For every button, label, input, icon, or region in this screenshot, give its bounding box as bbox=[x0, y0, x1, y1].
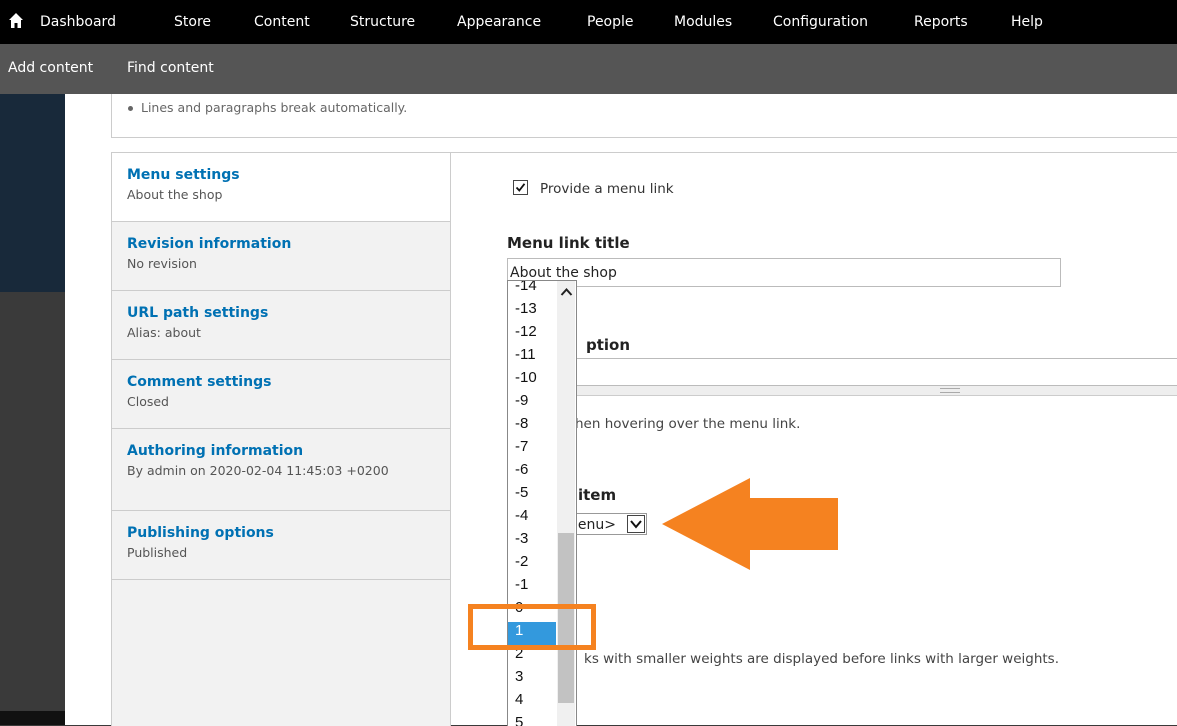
vtab-title: URL path settings bbox=[127, 305, 269, 321]
provide-menu-link-checkbox[interactable] bbox=[513, 180, 528, 195]
weight-option[interactable]: -13 bbox=[508, 300, 556, 323]
toolbar-configuration[interactable]: Configuration bbox=[773, 14, 868, 30]
node-edit-form: Lines and paragraphs break automatically… bbox=[65, 94, 1177, 726]
weight-option[interactable]: 3 bbox=[508, 668, 556, 691]
highlight-box bbox=[468, 604, 596, 650]
textarea-resize-handle[interactable] bbox=[565, 386, 1177, 396]
gutter-header bbox=[0, 94, 65, 292]
vtab-publishing-options[interactable]: Publishing options Published bbox=[112, 511, 450, 580]
menu-link-title-label: Menu link title bbox=[507, 234, 630, 252]
home-icon[interactable] bbox=[8, 12, 24, 30]
toolbar-content[interactable]: Content bbox=[254, 14, 310, 30]
weight-option[interactable]: -2 bbox=[508, 553, 556, 576]
vertical-tabs: Menu settings About the shop Revision in… bbox=[111, 152, 451, 726]
weight-option[interactable]: -1 bbox=[508, 576, 556, 599]
vtab-revision-information[interactable]: Revision information No revision bbox=[112, 222, 450, 291]
weight-option[interactable]: -10 bbox=[508, 369, 556, 392]
vtab-comment-settings[interactable]: Comment settings Closed bbox=[112, 360, 450, 429]
weight-option[interactable]: -6 bbox=[508, 461, 556, 484]
toolbar-store[interactable]: Store bbox=[174, 14, 211, 30]
toolbar-appearance[interactable]: Appearance bbox=[457, 14, 541, 30]
toolbar-dashboard[interactable]: Dashboard bbox=[40, 14, 116, 30]
description-textarea[interactable] bbox=[565, 358, 1177, 386]
checkmark-icon bbox=[515, 183, 526, 192]
vtab-title: Menu settings bbox=[127, 167, 240, 183]
toolbar-people[interactable]: People bbox=[587, 14, 634, 30]
weight-option[interactable]: -3 bbox=[508, 530, 556, 553]
scroll-up-icon[interactable] bbox=[560, 287, 573, 297]
bullet-icon bbox=[128, 106, 133, 111]
weight-option[interactable]: -7 bbox=[508, 438, 556, 461]
vtab-summary: By admin on 2020-02-04 11:45:03 +0200 bbox=[127, 463, 389, 478]
toolbar-reports[interactable]: Reports bbox=[914, 14, 968, 30]
vtab-summary: No revision bbox=[127, 256, 197, 271]
admin-toolbar: Dashboard Store Content Structure Appear… bbox=[0, 0, 1177, 44]
provide-menu-link-label[interactable]: Provide a menu link bbox=[540, 181, 674, 197]
weight-option[interactable]: -11 bbox=[508, 346, 556, 369]
vtab-url-path-settings[interactable]: URL path settings Alias: about bbox=[112, 291, 450, 360]
grip-icon bbox=[940, 388, 960, 393]
vtab-summary: Published bbox=[127, 545, 188, 560]
weight-option[interactable]: -9 bbox=[508, 392, 556, 415]
weight-option[interactable]: 5 bbox=[508, 714, 556, 726]
parent-item-select[interactable]: nenu> bbox=[565, 513, 647, 535]
weight-option[interactable]: -12 bbox=[508, 323, 556, 346]
vtab-title: Comment settings bbox=[127, 374, 272, 390]
menu-link-title-input[interactable]: About the shop bbox=[507, 258, 1061, 287]
vtab-title: Authoring information bbox=[127, 443, 304, 459]
chevron-down-icon[interactable] bbox=[627, 515, 645, 533]
filter-tips: Lines and paragraphs break automatically… bbox=[111, 94, 1177, 138]
filter-tip-item: Lines and paragraphs break automatically… bbox=[128, 100, 407, 115]
weight-option[interactable]: -8 bbox=[508, 415, 556, 438]
shortcut-find-content[interactable]: Find content bbox=[127, 60, 214, 76]
toolbar-modules[interactable]: Modules bbox=[674, 14, 732, 30]
weight-option[interactable]: -5 bbox=[508, 484, 556, 507]
weight-option[interactable]: -14 bbox=[508, 281, 556, 300]
vtab-authoring-information[interactable]: Authoring information By admin on 2020-0… bbox=[112, 429, 450, 511]
filter-tip-text: Lines and paragraphs break automatically… bbox=[141, 100, 408, 115]
weight-option[interactable]: 4 bbox=[508, 691, 556, 714]
page-gutter bbox=[0, 94, 65, 725]
vtab-menu-settings[interactable]: Menu settings About the shop bbox=[112, 153, 450, 222]
dropdown-scrollbar[interactable] bbox=[557, 281, 575, 726]
arrow-annotation-icon bbox=[662, 478, 838, 570]
shortcuts-tray: Add content Find content bbox=[0, 44, 1177, 94]
toolbar-help[interactable]: Help bbox=[1011, 14, 1043, 30]
toolbar-structure[interactable]: Structure bbox=[350, 14, 415, 30]
vtab-summary: About the shop bbox=[127, 187, 223, 202]
weight-option[interactable]: -4 bbox=[508, 507, 556, 530]
vtab-title: Revision information bbox=[127, 236, 292, 252]
weight-help: ks with smaller weights are displayed be… bbox=[584, 651, 1060, 667]
pane-top-border bbox=[449, 152, 1177, 153]
vtab-summary: Closed bbox=[127, 394, 169, 409]
shortcut-add-content[interactable]: Add content bbox=[8, 60, 93, 76]
description-help: hen hovering over the menu link. bbox=[575, 416, 801, 432]
gutter-footer bbox=[0, 711, 65, 725]
vtab-title: Publishing options bbox=[127, 525, 274, 541]
weight-dropdown-list[interactable]: -14 -13 -12 -11 -10 -9 -8 -7 -6 -5 -4 -3 -2 -1 0 1 2 3 4 5 bbox=[507, 280, 577, 726]
parent-item-label: item bbox=[578, 486, 617, 504]
vtab-summary: Alias: about bbox=[127, 325, 201, 340]
description-label: ption bbox=[586, 336, 631, 354]
